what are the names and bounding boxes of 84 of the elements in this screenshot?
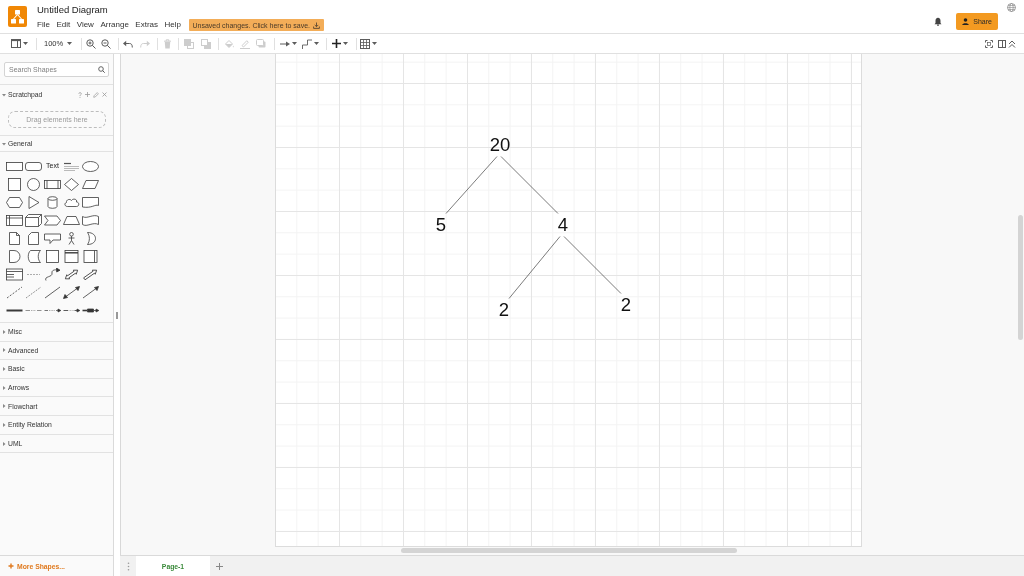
ellipse-icon[interactable] bbox=[82, 159, 99, 173]
horizontal-scrollbar[interactable] bbox=[401, 548, 737, 553]
caret-icon[interactable] bbox=[2, 422, 6, 427]
arrow-line-icon[interactable] bbox=[82, 286, 99, 300]
note-icon[interactable] bbox=[6, 231, 23, 245]
caret-icon[interactable] bbox=[2, 329, 6, 334]
block-arrow-icon[interactable] bbox=[82, 268, 99, 282]
person-icon bbox=[962, 18, 970, 25]
node-label: 2 bbox=[497, 298, 511, 322]
node-label: 4 bbox=[556, 213, 570, 237]
tape-icon[interactable] bbox=[82, 213, 99, 227]
cube-icon[interactable] bbox=[25, 213, 42, 227]
process-icon[interactable] bbox=[44, 177, 61, 191]
step-icon[interactable] bbox=[44, 213, 61, 227]
add-page-icon[interactable] bbox=[216, 562, 223, 570]
caret-icon[interactable] bbox=[372, 42, 378, 45]
callout-icon[interactable] bbox=[44, 231, 61, 245]
data-storage-icon[interactable] bbox=[25, 250, 42, 263]
node-label: 2 bbox=[619, 293, 633, 317]
connector-line bbox=[508, 236, 561, 299]
document-icon[interactable] bbox=[82, 195, 99, 209]
parallelogram-icon[interactable] bbox=[82, 177, 99, 191]
rectangle-icon[interactable] bbox=[6, 159, 23, 173]
table-icon[interactable] bbox=[360, 38, 371, 49]
list-icon[interactable] bbox=[6, 268, 23, 282]
menu-item[interactable]: Arrange bbox=[100, 20, 129, 30]
menu-item[interactable]: Extras bbox=[135, 20, 159, 30]
plus-icon[interactable] bbox=[332, 39, 342, 48]
caret-icon[interactable] bbox=[314, 42, 320, 45]
cylinder-icon[interactable] bbox=[44, 195, 61, 209]
menu-item[interactable]: Edit bbox=[56, 20, 71, 30]
trapezoid-icon[interactable] bbox=[63, 213, 80, 227]
arrow-icon[interactable] bbox=[280, 39, 291, 48]
window-icon[interactable] bbox=[63, 250, 80, 263]
caret-icon[interactable] bbox=[292, 42, 298, 45]
square-icon[interactable] bbox=[6, 177, 23, 191]
fullscreen-icon[interactable] bbox=[985, 39, 993, 48]
caret-icon[interactable] bbox=[2, 367, 6, 371]
triangle-icon[interactable] bbox=[25, 195, 42, 209]
connector-line bbox=[500, 156, 559, 214]
drag-handle-icon[interactable] bbox=[116, 311, 118, 319]
double-arrow-line-icon[interactable] bbox=[63, 286, 80, 300]
caret-icon[interactable] bbox=[2, 404, 6, 409]
split-container-icon[interactable] bbox=[82, 250, 99, 263]
caret-icon[interactable] bbox=[67, 42, 73, 45]
caret-icon[interactable] bbox=[2, 441, 6, 446]
node-label: 20 bbox=[488, 133, 512, 157]
logo-icon bbox=[8, 6, 27, 27]
connector-line bbox=[445, 156, 498, 214]
cloud-icon[interactable] bbox=[63, 195, 80, 209]
undo-icon[interactable] bbox=[123, 39, 134, 48]
diamond-icon[interactable] bbox=[63, 177, 80, 191]
dotted-line-icon[interactable] bbox=[25, 286, 42, 300]
caret-icon[interactable] bbox=[2, 385, 6, 390]
sidebar-layout-icon[interactable] bbox=[11, 39, 21, 48]
and-shape-icon[interactable] bbox=[6, 250, 23, 263]
hexagon-icon[interactable] bbox=[6, 195, 23, 209]
double-arrow-icon[interactable] bbox=[63, 268, 80, 282]
menu-item[interactable]: Help bbox=[164, 20, 181, 30]
container-icon[interactable] bbox=[44, 250, 61, 263]
caret-icon[interactable] bbox=[2, 348, 6, 353]
internal-storage-icon[interactable] bbox=[6, 213, 23, 227]
search-icon[interactable] bbox=[98, 66, 105, 73]
curved-arrow-icon[interactable] bbox=[44, 268, 61, 282]
zoom-in-icon[interactable] bbox=[86, 38, 97, 49]
line-icon[interactable] bbox=[44, 286, 61, 300]
card-icon[interactable] bbox=[25, 231, 42, 245]
panel-icon[interactable] bbox=[998, 39, 1006, 48]
bell-icon[interactable] bbox=[934, 17, 943, 26]
zoom-out-icon[interactable] bbox=[101, 38, 112, 49]
download-icon bbox=[313, 21, 320, 29]
globe-icon[interactable] bbox=[1007, 3, 1016, 12]
menu-item[interactable]: File bbox=[37, 20, 50, 30]
chevrons-up-icon[interactable] bbox=[1008, 39, 1016, 48]
rounded-rectangle-icon[interactable] bbox=[25, 159, 42, 173]
caret-icon[interactable] bbox=[23, 42, 28, 45]
connector-line bbox=[563, 236, 622, 294]
circle-icon[interactable] bbox=[25, 177, 42, 191]
diagram-title[interactable]: Untitled Diagram bbox=[37, 4, 108, 15]
elbow-line-icon[interactable] bbox=[302, 38, 313, 49]
caret-icon[interactable] bbox=[343, 42, 349, 45]
node-label: 5 bbox=[434, 213, 448, 237]
menu-item[interactable]: View bbox=[76, 20, 94, 30]
vertical-scrollbar[interactable] bbox=[1018, 215, 1023, 340]
